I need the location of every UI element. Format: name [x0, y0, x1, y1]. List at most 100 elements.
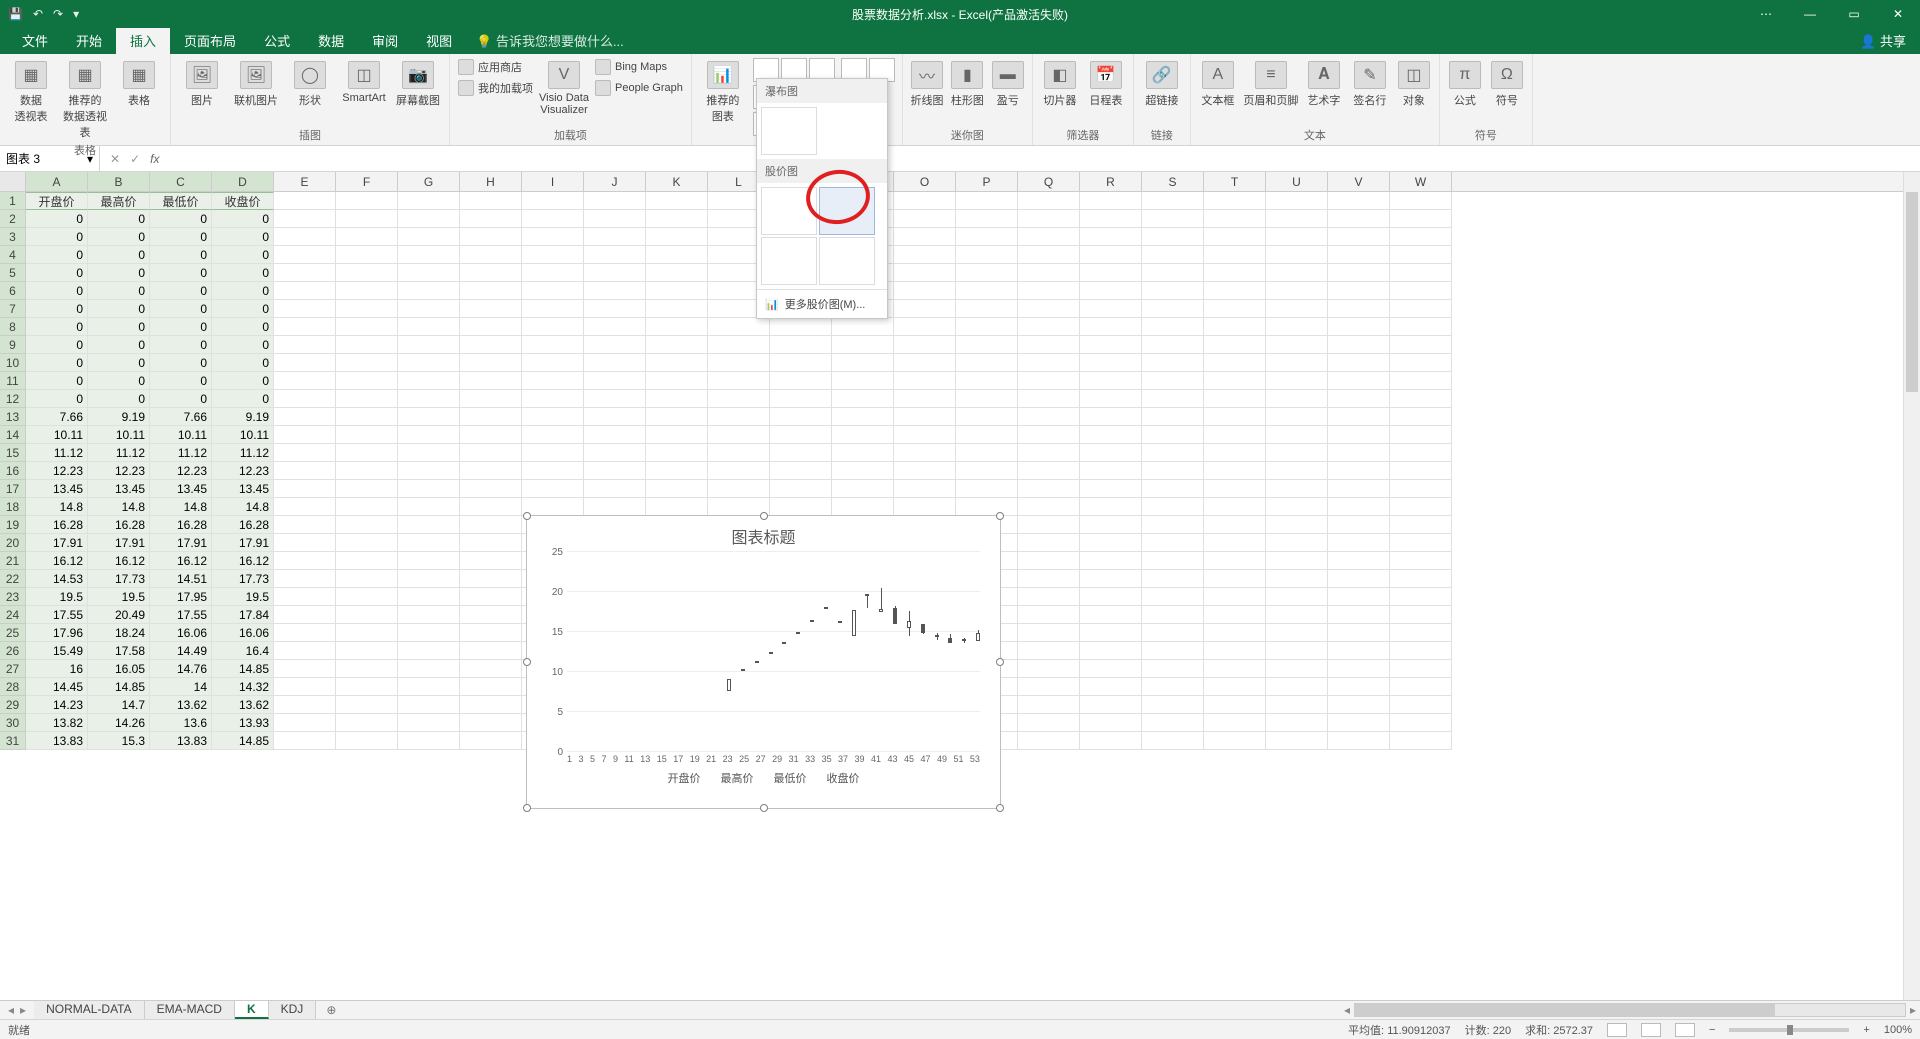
row-header[interactable]: 9	[0, 336, 26, 354]
cell[interactable]	[832, 336, 894, 354]
cell[interactable]: 14.8	[150, 498, 212, 516]
cell[interactable]	[1018, 192, 1080, 210]
cell[interactable]	[460, 318, 522, 336]
cell[interactable]: 17.73	[88, 570, 150, 588]
cell[interactable]: 13.83	[150, 732, 212, 750]
cell[interactable]: 16.28	[212, 516, 274, 534]
cell[interactable]	[1142, 516, 1204, 534]
column-header-V[interactable]: V	[1328, 172, 1390, 191]
cell[interactable]	[460, 372, 522, 390]
cell[interactable]	[274, 624, 336, 642]
cell[interactable]	[584, 336, 646, 354]
column-header-A[interactable]: A	[26, 172, 88, 191]
bing-maps-button[interactable]: Bing Maps	[593, 57, 685, 77]
cell[interactable]: 11.12	[26, 444, 88, 462]
cell[interactable]: 14.7	[88, 696, 150, 714]
cell[interactable]: 10.11	[26, 426, 88, 444]
cell[interactable]	[832, 462, 894, 480]
cell[interactable]	[460, 408, 522, 426]
cell[interactable]	[1390, 534, 1452, 552]
cell[interactable]	[1204, 426, 1266, 444]
cell[interactable]	[1080, 552, 1142, 570]
cell[interactable]	[584, 210, 646, 228]
cell[interactable]: 0	[150, 210, 212, 228]
cell[interactable]	[1328, 462, 1390, 480]
cell[interactable]	[1142, 552, 1204, 570]
cell[interactable]	[1266, 552, 1328, 570]
visio-addin-button[interactable]: VVisio Data Visualizer	[539, 57, 589, 116]
cell[interactable]: 13.45	[150, 480, 212, 498]
cell[interactable]	[274, 390, 336, 408]
cell[interactable]	[336, 390, 398, 408]
cell[interactable]: 17.91	[212, 534, 274, 552]
recommended-pivot-button[interactable]: ▦推荐的 数据透视表	[60, 57, 110, 140]
cell[interactable]	[274, 552, 336, 570]
cell[interactable]: 16.12	[26, 552, 88, 570]
cell[interactable]	[522, 318, 584, 336]
cell[interactable]	[1080, 696, 1142, 714]
cell[interactable]: 16	[26, 660, 88, 678]
shapes-button[interactable]: ◯形状	[285, 57, 335, 108]
cell[interactable]	[1142, 354, 1204, 372]
cell[interactable]: 13.45	[26, 480, 88, 498]
screenshot-button[interactable]: 📷屏幕截图	[393, 57, 443, 108]
cell[interactable]: 0	[26, 210, 88, 228]
cell[interactable]	[460, 552, 522, 570]
row-header[interactable]: 6	[0, 282, 26, 300]
cell[interactable]	[894, 408, 956, 426]
cell[interactable]	[274, 714, 336, 732]
cell[interactable]	[956, 336, 1018, 354]
cell[interactable]	[274, 192, 336, 210]
cell[interactable]	[1328, 480, 1390, 498]
cell[interactable]	[274, 228, 336, 246]
cell[interactable]	[460, 714, 522, 732]
cell[interactable]	[1080, 426, 1142, 444]
cell[interactable]	[1018, 480, 1080, 498]
cell[interactable]: 14.8	[88, 498, 150, 516]
table-button[interactable]: ▦表格	[114, 57, 164, 108]
cell[interactable]	[336, 210, 398, 228]
column-header-D[interactable]: D	[212, 172, 274, 191]
cell[interactable]	[398, 264, 460, 282]
cell[interactable]	[584, 408, 646, 426]
row-header[interactable]: 21	[0, 552, 26, 570]
cell[interactable]	[460, 228, 522, 246]
cell[interactable]	[1080, 354, 1142, 372]
sheet-tab-KDJ[interactable]: KDJ	[269, 1001, 317, 1019]
cell[interactable]	[274, 462, 336, 480]
cell[interactable]: 16.06	[150, 624, 212, 642]
cell[interactable]	[956, 318, 1018, 336]
cell[interactable]	[1080, 210, 1142, 228]
cell[interactable]: 0	[88, 336, 150, 354]
cell[interactable]	[894, 372, 956, 390]
cell[interactable]	[1328, 228, 1390, 246]
cell[interactable]	[1204, 462, 1266, 480]
cell[interactable]	[1204, 480, 1266, 498]
cell[interactable]	[1204, 390, 1266, 408]
cell[interactable]	[522, 480, 584, 498]
cell[interactable]: 开盘价	[26, 192, 88, 210]
cell[interactable]	[584, 354, 646, 372]
row-header[interactable]: 5	[0, 264, 26, 282]
cell[interactable]	[646, 264, 708, 282]
tell-me-search[interactable]: 💡 告诉我您想要做什么...	[466, 27, 634, 54]
cell[interactable]	[522, 444, 584, 462]
cell[interactable]	[956, 354, 1018, 372]
cell[interactable]	[894, 426, 956, 444]
cell[interactable]	[1204, 642, 1266, 660]
cell[interactable]	[1080, 372, 1142, 390]
cell[interactable]	[1142, 246, 1204, 264]
cell[interactable]	[584, 462, 646, 480]
cell[interactable]	[1204, 282, 1266, 300]
pagebreak-view-icon[interactable]	[1675, 1023, 1695, 1037]
cell[interactable]: 0	[150, 228, 212, 246]
cell[interactable]	[1018, 498, 1080, 516]
sheet-nav-first-icon[interactable]: ◂	[8, 1003, 14, 1017]
cell[interactable]	[398, 372, 460, 390]
cell[interactable]: 10.11	[88, 426, 150, 444]
cell[interactable]	[894, 228, 956, 246]
cell[interactable]	[522, 372, 584, 390]
cell[interactable]: 14.85	[88, 678, 150, 696]
row-header[interactable]: 10	[0, 354, 26, 372]
cell[interactable]	[1328, 318, 1390, 336]
